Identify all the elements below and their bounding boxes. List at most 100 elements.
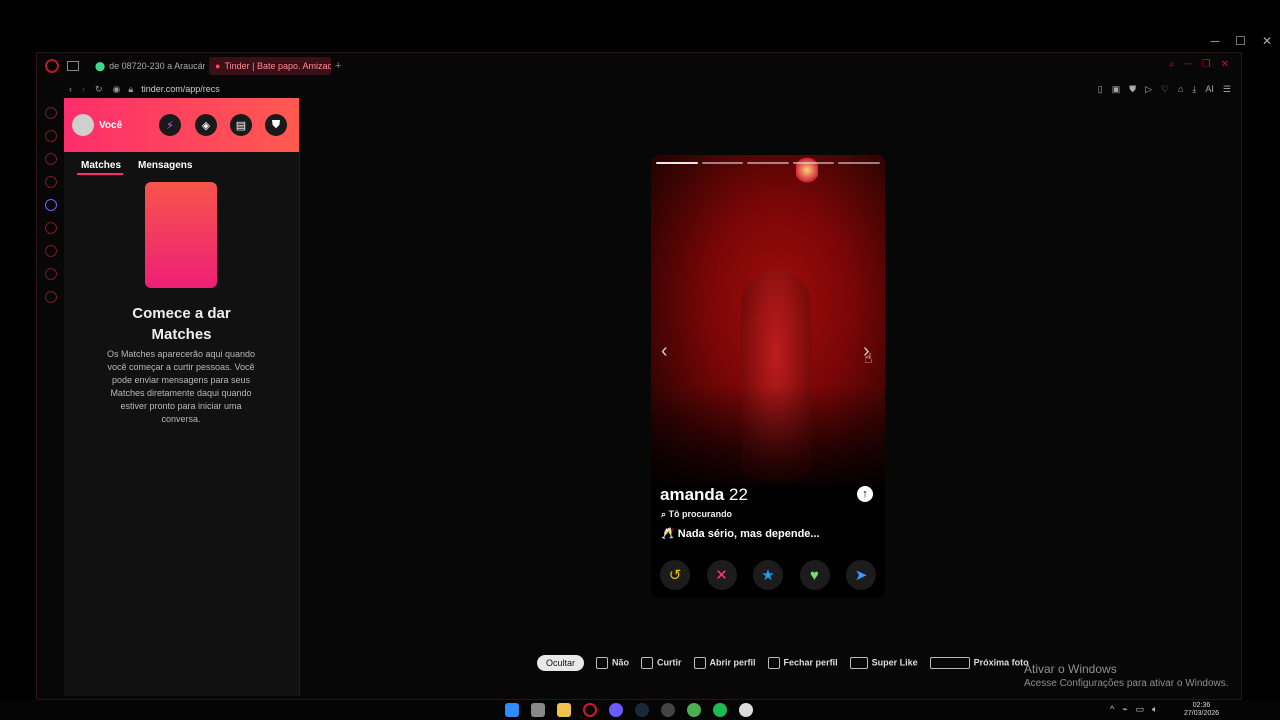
restore-icon[interactable]: ❐ (1202, 59, 1211, 70)
down-arrow-key-icon (767, 657, 780, 669)
tab-label: de 08720-230 a Araucária (109, 61, 205, 71)
site-info-icon[interactable]: ◉ (113, 84, 121, 95)
heart-icon[interactable]: ♡ (1161, 84, 1169, 95)
monitor-icon[interactable]: ▭ (1136, 704, 1145, 715)
reload-icon[interactable]: ↻ (95, 84, 103, 95)
previous-photo-icon[interactable]: ‹ (661, 340, 668, 363)
search-icon: ⌕ (661, 509, 667, 519)
like-button[interactable]: ♥ (799, 560, 830, 590)
open-profile-icon[interactable]: ↑ (857, 486, 873, 502)
shortcut-super-like: Super Like (849, 657, 918, 669)
search-icon[interactable]: ⌕ (1169, 59, 1175, 70)
wallet-icon[interactable]: ⌂ (1178, 84, 1183, 95)
adblock-icon[interactable]: ⛊ (1129, 84, 1136, 95)
match-card-placeholder (145, 182, 217, 288)
app-icon[interactable] (739, 703, 753, 717)
photo-indicator-bar[interactable] (838, 162, 880, 164)
messenger-icon[interactable] (45, 153, 57, 165)
right-arrow-key-icon (641, 657, 654, 669)
player-icon[interactable]: ▷ (1145, 84, 1152, 95)
tab-tinder[interactable]: ● Tinder | Bate papo. Amizad (209, 57, 331, 75)
shield-icon[interactable]: ⛊ (265, 114, 287, 136)
shortcut-like: Curtir (641, 657, 682, 669)
shortcut-label: Não (612, 657, 630, 668)
chevron-up-icon[interactable]: ^ (1110, 704, 1114, 715)
ai-icon[interactable]: AI (1205, 84, 1214, 95)
tab-messages[interactable]: Mensagens (138, 160, 192, 171)
window-controls: ─ ☐ ✕ (1211, 34, 1272, 48)
opera-sidebar (37, 99, 65, 699)
shortcut-label: Próxima foto (973, 657, 1029, 668)
profile-name-row: amanda 22 (660, 485, 748, 505)
shortcut-open-profile: Abrir perfil (693, 657, 756, 669)
photo-indicator-bar[interactable] (656, 162, 698, 164)
profile-card[interactable]: ‹ › amanda 22 ↑ ⌕ Tô procurando 🥂 Nada s… (651, 155, 885, 598)
super-like-button[interactable]: ★ (753, 560, 783, 590)
user-label[interactable]: Você (99, 120, 122, 131)
twitch-icon[interactable] (45, 199, 57, 211)
boost-icon[interactable]: ⚡︎ (159, 114, 181, 136)
clock-time: 02:36 (1192, 702, 1211, 709)
shortcut-label: Abrir perfil (709, 657, 756, 668)
matches-panel: Você ⚡︎ ◈ ▤ ⛊ Matches Mensagens Comece a… (64, 98, 300, 696)
close-icon[interactable]: ✕ (1262, 34, 1272, 48)
steam-icon[interactable] (635, 703, 649, 717)
aria-icon[interactable] (45, 107, 57, 119)
activation-watermark: Ativar o Windows Acesse Configurações pa… (1024, 662, 1229, 689)
tab-matches[interactable]: Matches (81, 160, 121, 171)
close-icon[interactable]: ✕ (1221, 59, 1229, 70)
spotify-icon[interactable] (713, 703, 727, 717)
cursor-icon: ☝︎ (864, 350, 873, 366)
clock[interactable]: 02:36 27/03/2026 (1184, 702, 1219, 718)
empty-description: Os Matches aparecerão aqui quando você c… (106, 349, 256, 424)
volume-icon[interactable]: 🔈︎ (1152, 704, 1157, 715)
avatar[interactable] (72, 114, 94, 136)
minimize-icon[interactable]: ─ (1211, 34, 1220, 48)
settings-icon[interactable] (45, 291, 57, 303)
opera-logo-icon[interactable] (45, 59, 59, 73)
panel-header: Você ⚡︎ ◈ ▤ ⛊ (64, 98, 299, 152)
boost-send-button[interactable]: ➤ (846, 560, 876, 590)
extensions-icon[interactable] (45, 268, 57, 280)
task-view-icon[interactable] (531, 703, 545, 717)
minimize-icon[interactable]: ─ (1185, 59, 1192, 70)
briefcase-icon[interactable]: ▤ (230, 114, 252, 136)
bookmark-icon[interactable]: ▯ (1098, 84, 1103, 95)
looking-for-row: ⌕ Tô procurando (661, 509, 732, 520)
workspaces-icon[interactable] (67, 61, 79, 71)
explore-icon[interactable]: ◈ (195, 114, 217, 136)
opera-gx-icon[interactable] (583, 703, 597, 717)
menu-icon[interactable]: ☰ (1223, 84, 1231, 95)
url-field[interactable]: tinder.com/app/recs (141, 84, 220, 94)
shortcut-no: Não (596, 657, 629, 669)
photo-indicator-bar[interactable] (747, 162, 789, 164)
github-icon[interactable] (661, 703, 675, 717)
start-icon[interactable] (505, 703, 519, 717)
chrome-icon[interactable] (687, 703, 701, 717)
discord-icon[interactable] (609, 703, 623, 717)
taskbar-apps (505, 703, 753, 717)
hide-shortcuts-button[interactable]: Ocultar (537, 655, 585, 671)
nope-button[interactable]: ✕ (706, 560, 737, 590)
history-icon[interactable] (45, 245, 57, 257)
back-icon[interactable]: ‹ (69, 84, 72, 94)
file-explorer-icon[interactable] (557, 703, 571, 717)
gmail-icon[interactable] (45, 176, 57, 188)
system-tray: ^ ⌁ ▭ 🔈︎ (1110, 704, 1158, 715)
photo-indicator-bar[interactable] (792, 162, 835, 164)
crypto-wallet-icon[interactable] (45, 130, 57, 142)
new-tab-button[interactable]: + (335, 60, 341, 72)
activation-title: Ativar o Windows (1024, 662, 1117, 676)
rewind-button[interactable]: ↺ (660, 560, 690, 590)
snapshot-icon[interactable]: ▣ (1112, 84, 1121, 95)
network-icon[interactable]: ⌁ (1122, 704, 1127, 715)
left-arrow-key-icon (596, 657, 609, 669)
shortcut-label: Curtir (657, 657, 682, 668)
player-icon[interactable] (45, 222, 57, 234)
maximize-icon[interactable]: ☐ (1235, 34, 1246, 48)
photo-indicator-bar[interactable] (701, 162, 744, 164)
tab-maps[interactable]: ⬤ de 08720-230 a Araucária (89, 57, 205, 75)
download-icon[interactable]: ⤓ (1192, 84, 1196, 95)
address-bar: ‹ › ↻ ◉ 🔒︎ tinder.com/app/recs ▯ ▣ ⛊ ▷ ♡… (37, 79, 1241, 99)
forward-icon[interactable]: › (82, 84, 85, 94)
